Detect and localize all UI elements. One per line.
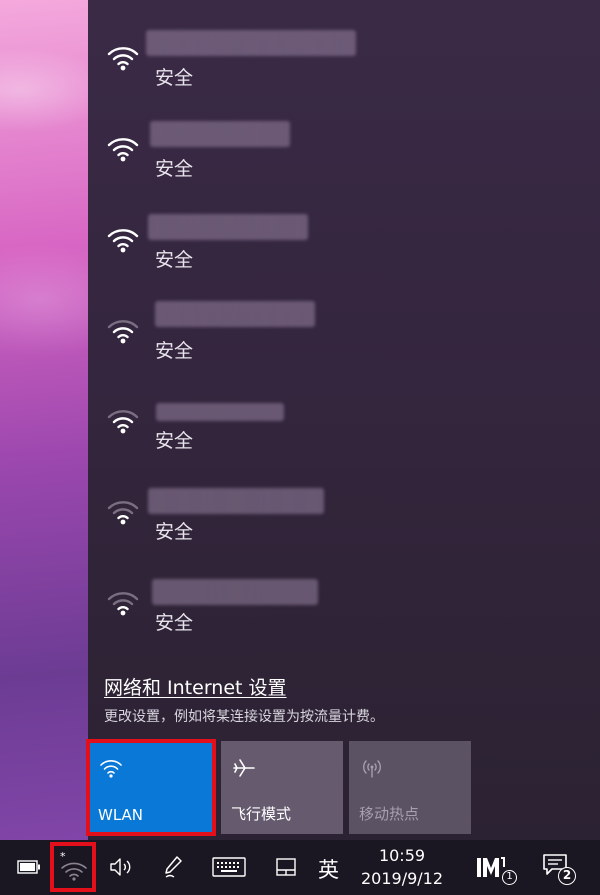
battery-icon[interactable]	[17, 860, 41, 874]
app-badge: 1	[502, 870, 517, 885]
network-security-status: 安全	[155, 340, 194, 362]
mobile-hotspot-tile[interactable]: 移动热点	[349, 741, 471, 834]
airplane-mode-tile[interactable]: 飞行模式	[221, 741, 343, 834]
desktop-wallpaper	[0, 0, 88, 840]
mobile-hotspot-tile-label: 移动热点	[359, 805, 420, 823]
network-security-status: 安全	[155, 158, 194, 180]
wifi-signal-low-icon	[107, 592, 139, 616]
network-item[interactable]: 安全	[88, 293, 600, 383]
hotspot-icon	[363, 760, 381, 778]
network-name-redacted	[155, 301, 315, 327]
network-name-redacted	[146, 30, 356, 56]
wifi-signal-full-icon	[107, 138, 139, 162]
network-item[interactable]: 安全	[88, 565, 600, 655]
network-item[interactable]: 安全	[88, 474, 600, 564]
network-name-redacted	[156, 403, 284, 421]
keyboard-icon[interactable]	[212, 857, 246, 877]
notification-count-badge: 2	[558, 867, 576, 885]
wifi-icon	[100, 760, 122, 778]
network-item[interactable]: 安全	[88, 20, 600, 110]
wifi-signal-full-icon	[107, 47, 139, 71]
action-center-button[interactable]: 2	[542, 853, 582, 885]
network-security-status: 安全	[155, 249, 194, 271]
taskbar: * 英 10:59 2019/9/12 1 2	[0, 840, 600, 895]
network-item[interactable]: 安全	[88, 202, 600, 292]
clock-date: 2019/9/12	[360, 869, 444, 888]
network-item[interactable]: 安全	[88, 383, 600, 473]
volume-icon[interactable]	[108, 856, 134, 878]
network-flyout: 安全 安全 安全 安全 安全 安全 安全 网络和 Internet 设置 更改设…	[86, 0, 600, 840]
network-name-redacted	[148, 488, 324, 514]
wifi-signal-full-icon	[107, 229, 139, 253]
network-security-status: 安全	[155, 430, 194, 452]
taskbar-clock[interactable]: 10:59 2019/9/12	[356, 844, 448, 890]
wifi-signal-medium-icon	[107, 320, 139, 344]
network-settings-description: 更改设置，例如将某连接设置为按流量计费。	[104, 709, 384, 725]
pen-icon[interactable]	[162, 854, 184, 880]
wlan-tile-label: WLAN	[98, 806, 144, 824]
network-name-redacted	[148, 214, 308, 240]
wifi-signal-medium-icon	[107, 410, 139, 434]
wifi-signal-low-icon	[107, 501, 139, 525]
network-security-status: 安全	[155, 521, 194, 543]
network-internet-settings-link[interactable]: 网络和 Internet 设置	[104, 673, 287, 700]
network-name-redacted	[150, 121, 290, 147]
input-language-indicator[interactable]: 英	[318, 854, 339, 884]
network-name-redacted	[152, 579, 318, 605]
app-tray-icon[interactable]: 1	[474, 853, 517, 885]
network-item[interactable]: 安全	[88, 111, 600, 201]
touchpad-icon[interactable]	[275, 857, 297, 877]
wlan-toggle-tile[interactable]: WLAN	[86, 739, 216, 836]
network-security-status: 安全	[155, 67, 194, 89]
clock-time: 10:59	[378, 846, 426, 865]
airplane-mode-tile-label: 飞行模式	[231, 805, 292, 823]
network-security-status: 安全	[155, 612, 194, 634]
svg-text:*: *	[60, 850, 66, 863]
airplane-icon	[233, 759, 255, 777]
wifi-icon[interactable]: *	[57, 850, 91, 882]
